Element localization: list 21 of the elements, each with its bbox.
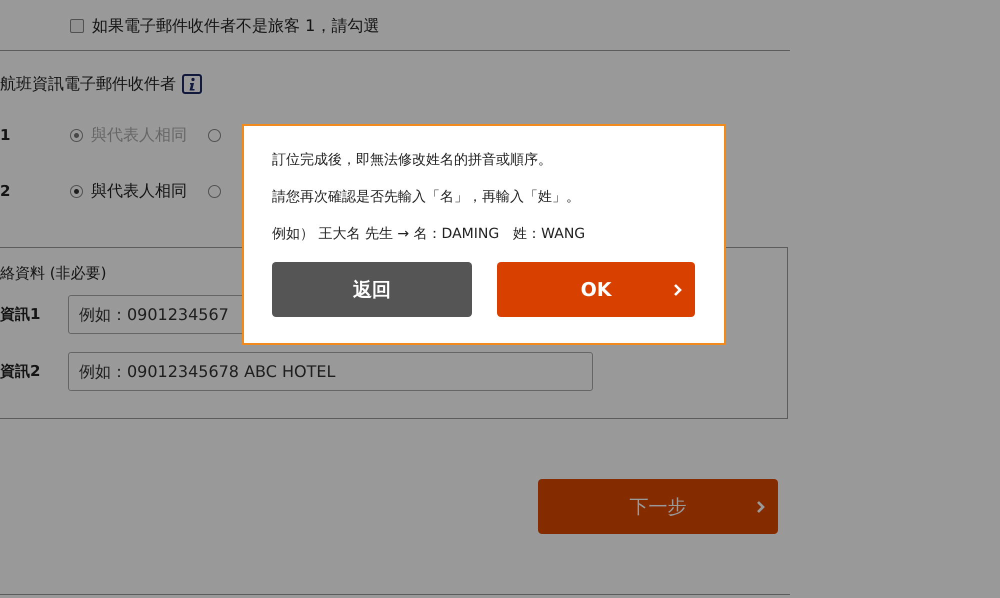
dialog-text: 訂位完成後，即無法修改姓名的拼音或順序。	[272, 151, 553, 170]
info-icon[interactable]	[182, 74, 202, 94]
checkbox-label: 如果電子郵件收件者不是旅客 1，請勾選	[92, 16, 380, 36]
field-label: 資訊1	[0, 305, 42, 324]
radio-button[interactable]	[208, 184, 221, 198]
checkbox[interactable]	[70, 19, 84, 33]
next-button[interactable]: 下一步	[538, 479, 778, 534]
field-label: 資訊2	[0, 362, 42, 381]
input-field[interactable]: 例如：09012345678 ABC HOTEL	[68, 352, 593, 391]
back-button[interactable]: 返回	[272, 262, 472, 317]
radio-label: 與代表人相同	[91, 180, 188, 202]
section-heading: 絡資料 (非必要)	[0, 264, 108, 283]
row-label: 2	[0, 182, 12, 200]
radio-button[interactable]	[70, 184, 83, 198]
section-heading: 航班資訊電子郵件收件者	[0, 74, 176, 94]
dialog-text: 請您再次確認是否先輸入「名」，再輸入「姓」。	[272, 188, 581, 207]
ok-button[interactable]: OK	[497, 262, 695, 317]
chevron-icon	[673, 282, 683, 296]
dialog-text: 例如） 王大名 先生 → 名：DAMING 姓：WANG	[272, 225, 586, 244]
row-label: 1	[0, 126, 12, 144]
chevron-icon	[756, 500, 766, 514]
